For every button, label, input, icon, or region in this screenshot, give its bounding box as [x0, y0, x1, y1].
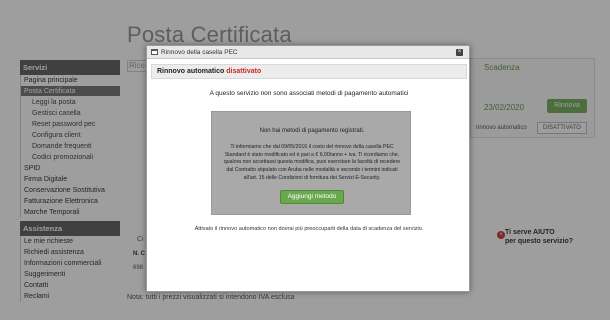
- window-icon: [151, 49, 158, 55]
- dialog-titlebar: Rinnovo della casella PEC ×: [147, 46, 469, 59]
- payment-info-box: Non hai metodi di pagamento registrati. …: [211, 111, 411, 215]
- dialog-title: Rinnovo della casella PEC: [161, 49, 238, 56]
- renewal-dialog: Rinnovo della casella PEC × Rinnovo auto…: [146, 45, 470, 292]
- auto-renew-status: Rinnovo automatico disattivato: [151, 64, 467, 79]
- add-payment-method-button[interactable]: Aggiungi metodo: [280, 190, 344, 204]
- auto-renew-status-value: disattivato: [226, 68, 262, 75]
- auto-renew-note: Attivato il rinnovo automatico non dovra…: [194, 226, 424, 232]
- close-icon[interactable]: ×: [456, 49, 463, 56]
- pricing-notice: Ti informiamo che dal 09/05/2016 il cost…: [223, 144, 401, 181]
- dialog-intro: A questo servizio non sono associati met…: [209, 90, 409, 97]
- auto-renew-status-label: Rinnovo automatico: [157, 68, 225, 75]
- no-payment-title: Non hai metodi di pagamento registrati.: [259, 128, 365, 134]
